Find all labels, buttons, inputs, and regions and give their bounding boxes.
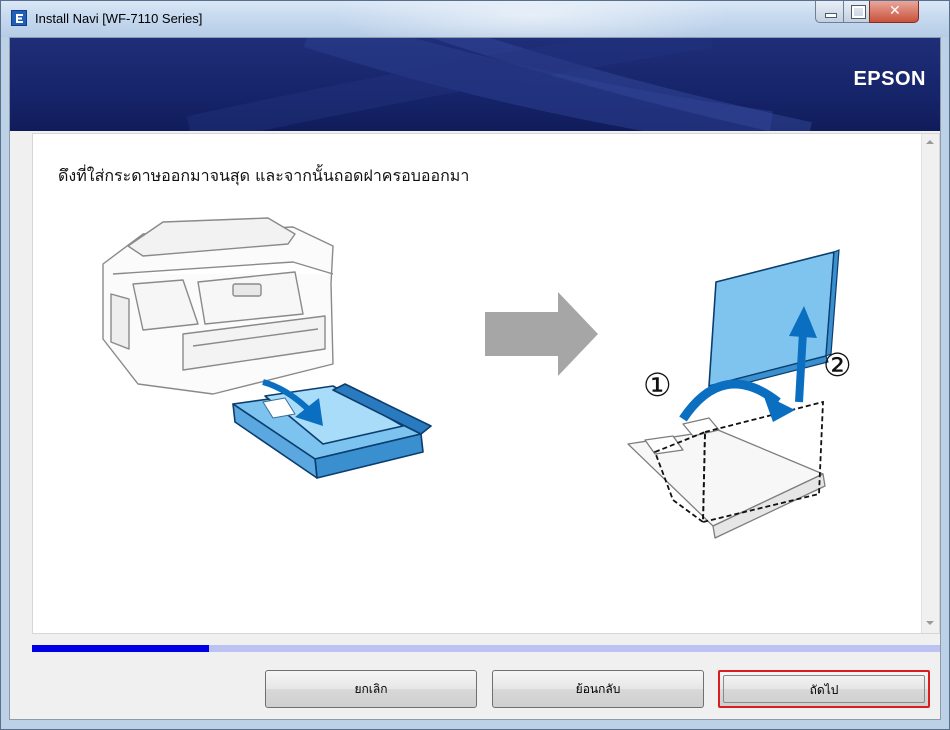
header-banner: EPSON [10, 38, 940, 131]
minimize-icon [825, 13, 837, 18]
epson-logo: EPSON [853, 68, 926, 90]
progress-fill [32, 645, 210, 652]
printer-illustration [102, 217, 334, 395]
next-button[interactable]: ถัดไป [718, 670, 930, 708]
installer-window: Install Navi [WF-7110 Series] ✕ EPSON ดึ… [0, 0, 950, 730]
step-2-mark: ② [823, 346, 852, 384]
vertical-scrollbar[interactable] [921, 134, 939, 633]
scroll-down-icon[interactable] [926, 621, 934, 625]
maximize-icon [851, 5, 866, 19]
cancel-button[interactable]: ยกเลิก [265, 670, 477, 708]
lift-arrow-shaft [795, 331, 807, 403]
flip-arrow-shaft [679, 379, 781, 422]
maximize-button[interactable] [843, 1, 870, 23]
minimize-button[interactable] [815, 1, 844, 23]
epson-app-icon [11, 10, 27, 26]
close-icon: ✕ [889, 3, 901, 19]
setup-progress-bar [32, 645, 940, 652]
installer-content-frame: EPSON ดึงที่ใส่กระดาษออกมาจนสุด และจากนั… [9, 37, 941, 720]
open-tray-illustration [627, 417, 826, 539]
paper-cassette-illustration: ① ② [102, 217, 852, 539]
banner-swoosh [186, 38, 812, 131]
title-bar[interactable]: Install Navi [WF-7110 Series] ✕ [1, 1, 949, 51]
scroll-up-icon[interactable] [926, 140, 934, 144]
removed-cover [708, 251, 835, 387]
step-1-mark: ① [643, 366, 672, 404]
window-title: Install Navi [WF-7110 Series] [35, 11, 203, 26]
paper-cassette-tray [232, 383, 432, 479]
right-arrow-icon [485, 292, 598, 376]
close-button[interactable]: ✕ [869, 1, 919, 23]
letter-e-icon [16, 14, 23, 23]
instruction-panel: ดึงที่ใส่กระดาษออกมาจนสุด และจากนั้นถอดฝ… [32, 133, 940, 634]
next-button-label: ถัดไป [723, 675, 925, 703]
back-button[interactable]: ย้อนกลับ [492, 670, 704, 708]
